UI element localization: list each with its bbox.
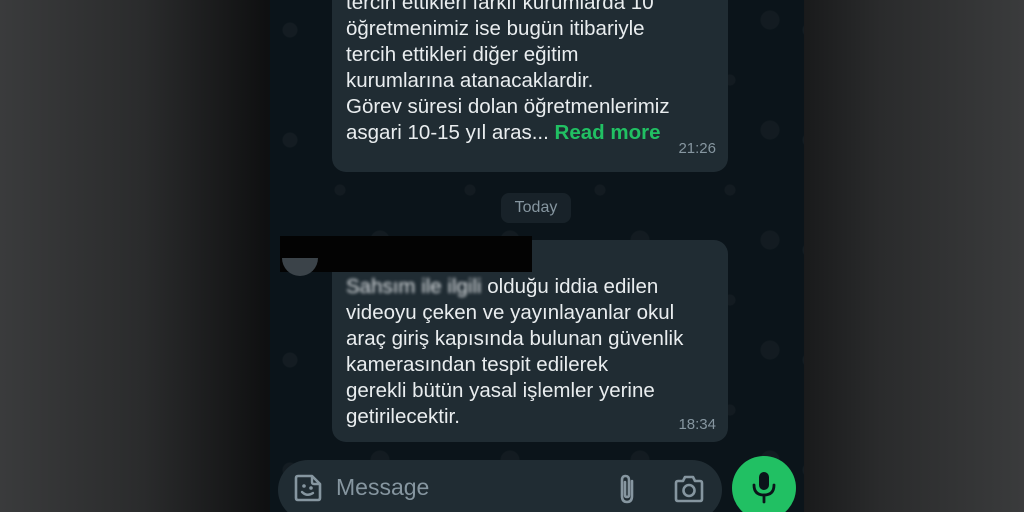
message-text: tercih ettikleri farklı kurumlarda 10 öğ…	[346, 0, 716, 146]
sticker-icon[interactable]	[292, 472, 324, 504]
microphone-icon	[752, 472, 776, 504]
message-input[interactable]: Message	[336, 474, 429, 501]
message-composer: Message	[278, 460, 722, 512]
message-time: 21:26	[678, 140, 716, 157]
date-divider: Today	[501, 193, 571, 223]
redacted-sender-name	[280, 236, 532, 272]
paperclip-icon[interactable]	[612, 472, 642, 506]
avatar[interactable]	[282, 258, 318, 276]
chat-screen: tercih ettikleri farklı kurumlarda 10 öğ…	[270, 0, 804, 512]
message-time: 18:34	[678, 416, 716, 433]
camera-icon[interactable]	[672, 474, 706, 504]
message-text: Sahsım ile ilgili olduğu iddia edilen vi…	[346, 274, 718, 430]
blurred-name: Sahsım ile ilgili	[346, 275, 482, 298]
mic-button[interactable]	[732, 456, 796, 512]
read-more-link[interactable]: Read more	[555, 121, 661, 144]
message-bubble[interactable]: tercih ettikleri farklı kurumlarda 10 öğ…	[332, 0, 728, 172]
